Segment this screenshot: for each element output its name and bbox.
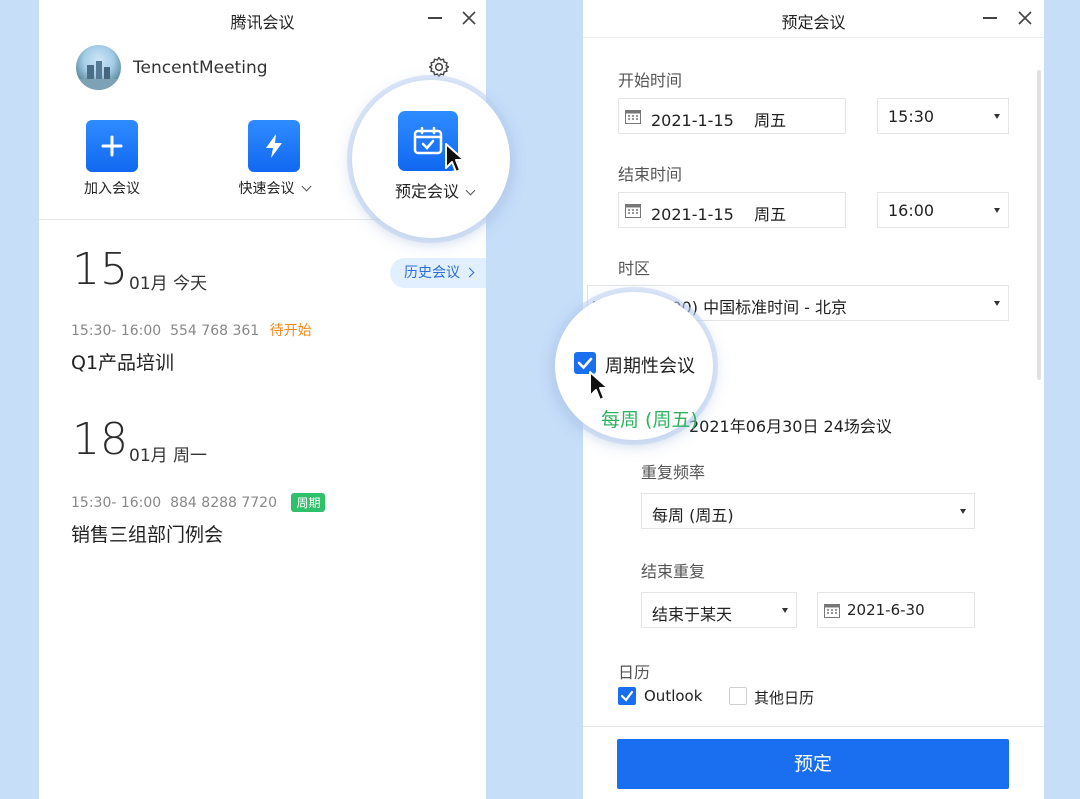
quick-meeting-button[interactable]: 快速会议 xyxy=(229,120,319,198)
start-time-select[interactable]: 15:30 xyxy=(877,98,1009,134)
chevron-down-icon[interactable] xyxy=(301,181,311,192)
join-meeting-button[interactable]: 加入会议 xyxy=(79,120,145,198)
plus-icon xyxy=(86,120,138,172)
username: TencentMeeting xyxy=(133,58,268,78)
day-number: 15 xyxy=(72,244,128,295)
meeting-meta: 15:30- 16:00 554 768 361 待开始 xyxy=(71,323,312,339)
end-repeat-label: 结束重复 xyxy=(641,562,706,581)
dropdown-arrow-icon xyxy=(994,208,1000,213)
divider xyxy=(583,726,1044,727)
join-meeting-label: 加入会议 xyxy=(84,181,140,197)
day-number: 18 xyxy=(72,414,128,465)
meeting-title[interactable]: Q1产品培训 xyxy=(71,348,174,375)
schedule-meeting-button[interactable]: 预定会议 xyxy=(352,80,510,238)
outlook-label: Outlook xyxy=(644,687,703,705)
calendar-label: 日历 xyxy=(618,663,651,682)
dropdown-arrow-icon xyxy=(782,608,788,613)
end-repeat-date-picker[interactable]: 2021-6-30 xyxy=(817,592,975,628)
chevron-right-icon xyxy=(464,267,475,278)
recurring-frequency-summary: 每周 (周五) xyxy=(601,409,698,431)
schedule-meeting-label: 预定会议 xyxy=(395,182,460,201)
lightning-icon xyxy=(248,120,300,172)
day-month-weekday: 01月 今天 xyxy=(129,274,208,294)
schedule-submit-button[interactable]: 预定 xyxy=(617,739,1009,789)
minimize-button[interactable] xyxy=(423,6,447,30)
calendar-icon xyxy=(625,110,641,124)
dropdown-arrow-icon xyxy=(994,114,1000,119)
other-calendar-checkbox[interactable] xyxy=(729,687,747,705)
avatar[interactable] xyxy=(76,45,121,90)
close-button[interactable] xyxy=(457,6,481,30)
titlebar: 预定会议 xyxy=(583,0,1044,38)
frequency-select[interactable]: 每周 (周五) xyxy=(641,493,975,529)
close-icon xyxy=(1018,11,1032,25)
frequency-label: 重复频率 xyxy=(641,463,706,482)
divider xyxy=(583,37,1044,38)
end-time-select[interactable]: 16:00 xyxy=(877,192,1009,228)
mouse-cursor-icon xyxy=(445,143,465,173)
status-badge: 待开始 xyxy=(269,323,312,339)
checkmark-icon xyxy=(620,690,634,702)
mouse-cursor-icon xyxy=(589,371,609,401)
periodic-badge: 周期 xyxy=(291,493,326,512)
end-repeat-select[interactable]: 结束于某天 xyxy=(641,592,797,628)
calendar-icon xyxy=(824,604,840,618)
chevron-down-icon[interactable] xyxy=(465,185,476,196)
start-date-picker[interactable]: 2021-1-15 周五 xyxy=(618,98,846,134)
start-time-label: 开始时间 xyxy=(618,71,683,90)
end-time-label: 结束时间 xyxy=(618,165,683,184)
minimize-icon xyxy=(983,17,997,19)
minimize-icon xyxy=(428,17,442,19)
meeting-meta: 15:30- 16:00 884 8288 7720 周期 xyxy=(71,493,326,512)
window-title: 预定会议 xyxy=(781,13,846,32)
dropdown-arrow-icon xyxy=(994,301,1000,306)
day-month-weekday: 01月 周一 xyxy=(129,446,208,466)
calendar-icon xyxy=(625,204,641,218)
titlebar: 腾讯会议 xyxy=(39,0,486,38)
recurring-meeting-label: 周期性会议 xyxy=(605,356,695,377)
minimize-button[interactable] xyxy=(978,6,1002,30)
recurring-summary: 2021年06月30日 24场会议 xyxy=(689,417,892,436)
other-calendar-label: 其他日历 xyxy=(754,689,815,707)
history-meetings-button[interactable]: 历史会议 xyxy=(390,258,486,288)
meeting-title[interactable]: 销售三组部门例会 xyxy=(71,520,223,547)
timezone-label: 时区 xyxy=(618,259,651,278)
scrollbar[interactable] xyxy=(1037,70,1041,380)
outlook-checkbox[interactable] xyxy=(618,687,636,705)
quick-meeting-label: 快速会议 xyxy=(238,181,295,197)
recurring-meeting-checkbox-zoom: 周期性会议 每周 (周五) xyxy=(555,292,713,440)
dropdown-arrow-icon xyxy=(960,509,966,514)
window-title: 腾讯会议 xyxy=(230,13,295,32)
close-button[interactable] xyxy=(1013,6,1037,30)
settings-button[interactable] xyxy=(427,55,451,79)
close-icon xyxy=(462,11,476,25)
end-date-picker[interactable]: 2021-1-15 周五 xyxy=(618,192,846,228)
gear-icon xyxy=(428,56,450,78)
